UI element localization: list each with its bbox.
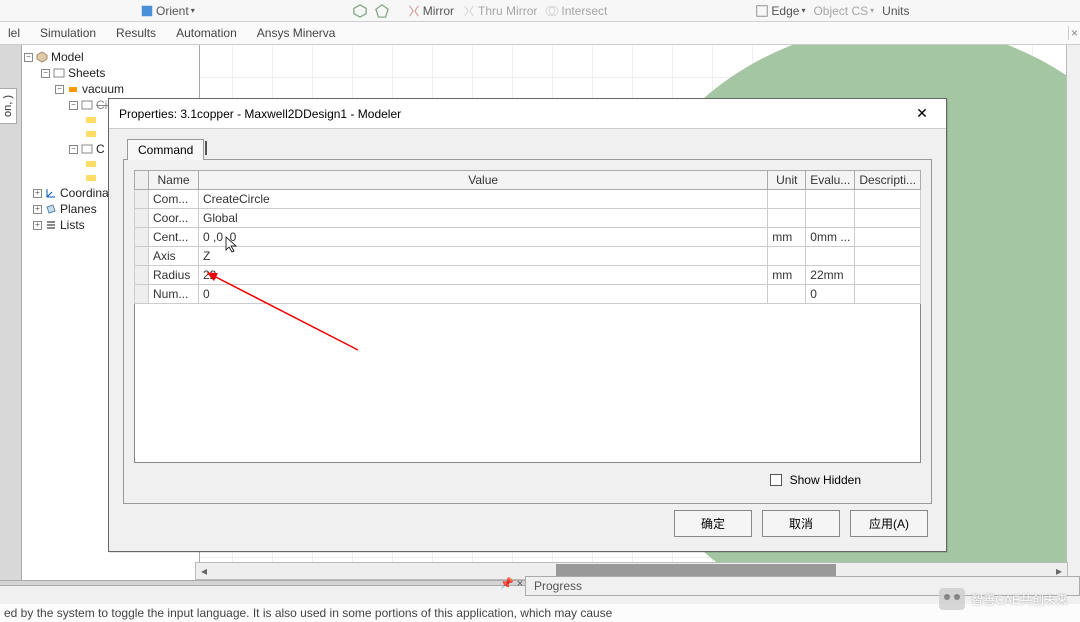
show-hidden-label: Show Hidden: [790, 473, 861, 487]
status-bar: ed by the system to toggle the input lan…: [0, 604, 1080, 622]
cursor-icon: [225, 236, 239, 254]
tree-item-sheets[interactable]: − Sheets: [24, 65, 197, 81]
ribbon-toolbar: Orient▾ Mirror Thru Mirror Intersect Edg…: [0, 0, 1080, 22]
pin-icon[interactable]: 📌 ×: [500, 577, 523, 590]
panel-close-icon[interactable]: ×: [1068, 26, 1080, 40]
left-tab[interactable]: on, ): [0, 88, 17, 124]
intersect-button[interactable]: Intersect: [545, 4, 607, 18]
apply-button[interactable]: 应用(A): [850, 510, 928, 537]
table-row[interactable]: AxisZ: [135, 247, 921, 266]
scroll-left-icon[interactable]: ◂: [196, 563, 212, 579]
pentagon-icon[interactable]: [375, 4, 389, 18]
col-name[interactable]: Name: [149, 171, 199, 190]
table-row[interactable]: Radius22mm22mm: [135, 266, 921, 285]
menu-minerva[interactable]: Ansys Minerva: [257, 26, 336, 40]
vertical-scrollbar[interactable]: [1066, 45, 1080, 582]
col-selector[interactable]: [135, 171, 149, 190]
units-button[interactable]: Units: [882, 4, 909, 18]
table-row[interactable]: Num...00: [135, 285, 921, 304]
tab-command[interactable]: Command: [127, 139, 204, 160]
thru-mirror-button[interactable]: Thru Mirror: [462, 4, 537, 18]
col-desc[interactable]: Descripti...: [855, 171, 921, 190]
properties-table: Name Value Unit Evalu... Descripti... Co…: [134, 170, 921, 304]
edge-button[interactable]: Edge▾: [755, 4, 805, 18]
close-icon[interactable]: ✕: [908, 105, 936, 122]
show-hidden-checkbox[interactable]: [770, 474, 782, 486]
properties-dialog: Properties: 3.1copper - Maxwell2DDesign1…: [108, 98, 947, 552]
wechat-icon: [939, 588, 965, 610]
tree-item-model[interactable]: − Model: [24, 49, 197, 65]
table-empty-area: [134, 304, 921, 463]
objectcs-button[interactable]: Object CS▾: [813, 4, 874, 18]
col-value[interactable]: Value: [199, 171, 768, 190]
table-row[interactable]: Com...CreateCircle: [135, 190, 921, 209]
menu-automation[interactable]: Automation: [176, 26, 237, 40]
col-unit[interactable]: Unit: [768, 171, 806, 190]
orient-button[interactable]: Orient▾: [140, 4, 195, 18]
caret-icon: [205, 141, 207, 155]
tree-item-vacuum[interactable]: − vacuum: [24, 81, 197, 97]
menu-bar: lel Simulation Results Automation Ansys …: [0, 22, 1080, 45]
ok-button[interactable]: 确定: [674, 510, 752, 537]
mirror-button[interactable]: Mirror: [407, 4, 454, 18]
hexagon-icon[interactable]: [353, 4, 367, 18]
dialog-titlebar[interactable]: Properties: 3.1copper - Maxwell2DDesign1…: [109, 99, 946, 129]
col-eval[interactable]: Evalu...: [806, 171, 855, 190]
cancel-button[interactable]: 取消: [762, 510, 840, 537]
table-row[interactable]: Coor...Global: [135, 209, 921, 228]
dialog-title-text: Properties: 3.1copper - Maxwell2DDesign1…: [119, 107, 401, 121]
menu-simulation[interactable]: Simulation: [40, 26, 96, 40]
left-tab-strip: on, ): [0, 45, 22, 582]
table-row[interactable]: Cent...0 ,0 ,0mm0mm ...: [135, 228, 921, 247]
menu-results[interactable]: Results: [116, 26, 156, 40]
menu-model[interactable]: lel: [8, 26, 20, 40]
watermark: 智善CAE共创未来: [939, 588, 1068, 610]
